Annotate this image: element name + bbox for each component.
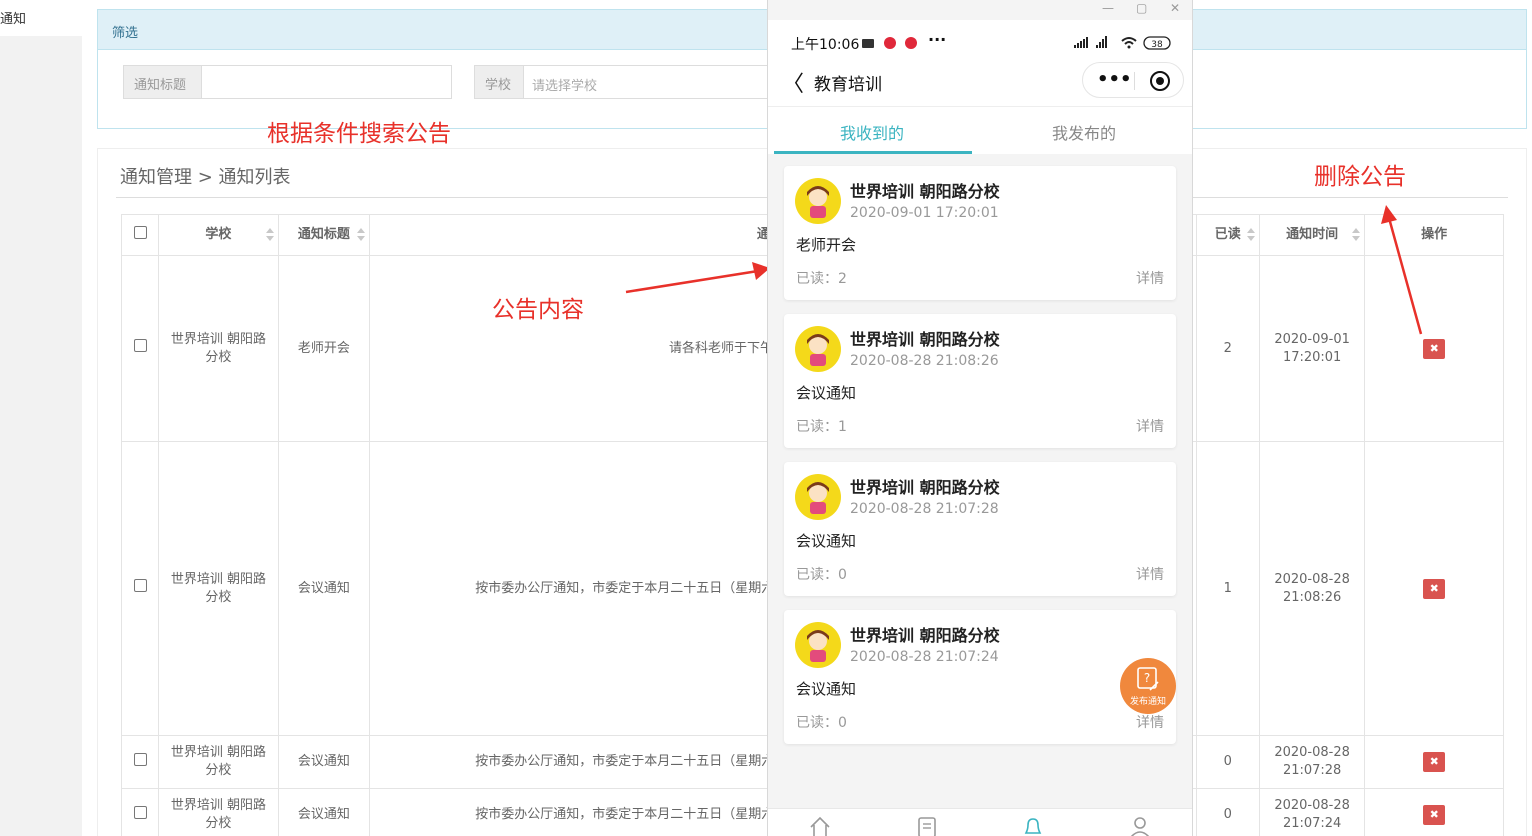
card-detail-link[interactable]: 详情 — [1136, 564, 1164, 584]
user-icon[interactable] — [1129, 815, 1151, 836]
capsule-divider — [1134, 72, 1135, 90]
card-read-count: 已读：0 — [796, 715, 847, 731]
bell-icon[interactable] — [1022, 815, 1044, 836]
card-time: 2020-09-01 17:20:01 — [850, 205, 999, 221]
tab-received[interactable]: 我收到的 — [840, 120, 904, 144]
card-school: 世界培训 朝阳路分校 — [850, 182, 1000, 201]
card-time: 2020-08-28 21:07:24 — [850, 649, 999, 665]
more-options-icon[interactable]: ••• — [1097, 69, 1132, 90]
card-time: 2020-08-28 21:07:28 — [850, 501, 999, 517]
home-icon[interactable] — [809, 815, 831, 836]
maximize-button[interactable]: ▢ — [1136, 1, 1147, 15]
active-tab-indicator — [774, 151, 972, 154]
notice-card[interactable]: 世界培训 朝阳路分校 2020-08-28 21:07:28 会议通知 已读：0… — [784, 462, 1176, 596]
card-read-count: 已读：2 — [796, 271, 847, 287]
document-icon[interactable] — [916, 815, 938, 836]
mini-program-nav-bar: 〈 教育培训 ••• — [768, 56, 1192, 106]
more-notifications-icon: ··· — [928, 30, 947, 49]
bottom-tab-bar — [768, 808, 1192, 836]
card-school: 世界培训 朝阳路分校 — [850, 330, 1000, 349]
publish-notice-label: 发布通知 — [1129, 697, 1166, 707]
notice-card[interactable]: 世界培训 朝阳路分校 2020-09-01 17:20:01 老师开会 已读：2… — [784, 166, 1176, 300]
close-mini-program-icon[interactable] — [1150, 71, 1170, 91]
arrow-to-delete — [1381, 205, 1423, 335]
system-status-icons: 38 — [1074, 36, 1171, 50]
window-titlebar: — ▢ ✕ — [768, 0, 1192, 20]
avatar — [795, 474, 841, 520]
card-time: 2020-08-28 21:08:26 — [850, 353, 999, 369]
phone-preview-window: — ▢ ✕ 上午10:06 ··· 38 〈 教育培训 ••• 我收到的 我发布… — [767, 0, 1193, 836]
card-detail-link[interactable]: 详情 — [1136, 712, 1164, 732]
card-title: 老师开会 — [796, 236, 857, 254]
edit-question-icon: ? — [1137, 667, 1159, 691]
card-title: 会议通知 — [796, 384, 857, 402]
card-title: 会议通知 — [796, 532, 857, 550]
arrow-to-content — [625, 262, 770, 294]
notification-icons — [862, 37, 917, 49]
avatar — [795, 622, 841, 668]
capsule-menu: ••• — [1082, 62, 1184, 98]
publish-notice-button[interactable]: ? 发布通知 — [1120, 658, 1176, 714]
tab-published[interactable]: 我发布的 — [1052, 120, 1116, 144]
card-title: 会议通知 — [796, 680, 857, 698]
battery-level: 38 — [1151, 40, 1163, 50]
close-button[interactable]: ✕ — [1170, 1, 1180, 15]
svg-text:?: ? — [1144, 671, 1150, 685]
annotation-arrows — [625, 205, 1423, 335]
card-detail-link[interactable]: 详情 — [1136, 416, 1164, 436]
avatar — [795, 178, 841, 224]
nav-title: 教育培训 — [814, 75, 882, 95]
notice-card[interactable]: 世界培训 朝阳路分校 2020-08-28 21:07:24 会议通知 已读：0… — [784, 610, 1176, 744]
card-detail-link[interactable]: 详情 — [1136, 268, 1164, 288]
notice-card[interactable]: 世界培训 朝阳路分校 2020-08-28 21:08:26 会议通知 已读：1… — [784, 314, 1176, 448]
notice-tabs: 我收到的 我发布的 — [768, 106, 1192, 154]
card-read-count: 已读：1 — [796, 419, 847, 435]
avatar — [795, 326, 841, 372]
card-read-count: 已读：0 — [796, 567, 847, 583]
card-school: 世界培训 朝阳路分校 — [850, 478, 1000, 497]
back-icon[interactable]: 〈 — [782, 66, 804, 98]
card-school: 世界培训 朝阳路分校 — [850, 626, 1000, 645]
minimize-button[interactable]: — — [1102, 1, 1114, 15]
status-time: 上午10:06 — [791, 37, 860, 53]
